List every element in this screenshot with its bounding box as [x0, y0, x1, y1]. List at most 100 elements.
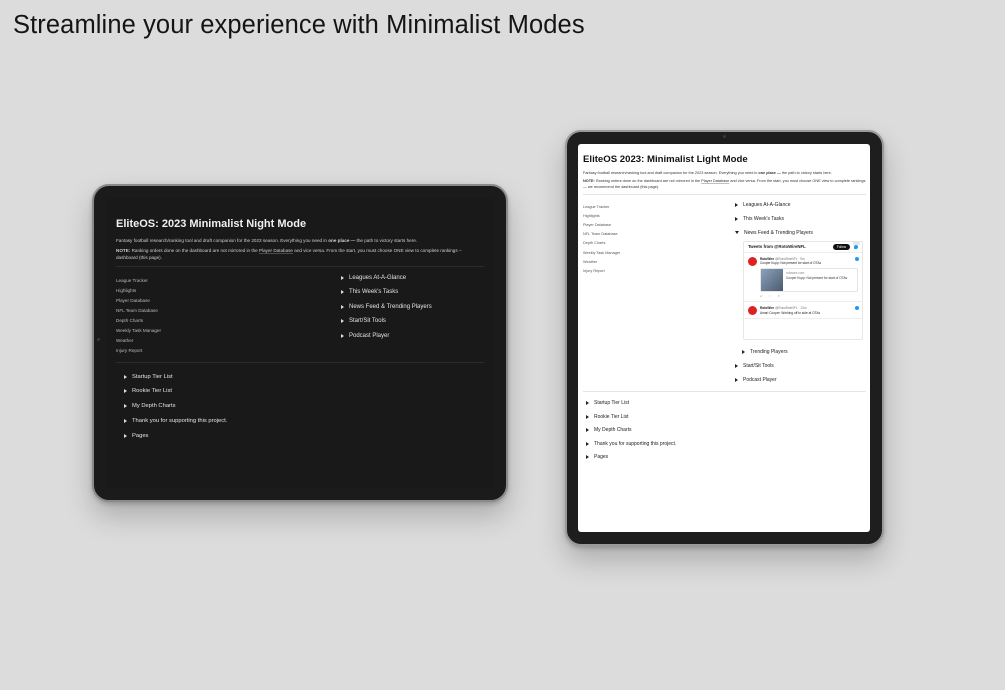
- toggle-pages[interactable]: Pages: [583, 451, 866, 465]
- tweet-author: RotoWire: [760, 306, 775, 311]
- toggle-list: Leagues At-A-Glance This Week's Tasks Ne…: [735, 198, 863, 387]
- triangle-right-icon: [341, 290, 344, 295]
- toggle-rookie-tier-list[interactable]: Rookie Tier List: [116, 384, 484, 399]
- toggle-start-sit-tools[interactable]: Start/Sit Tools: [341, 314, 432, 329]
- tweet-text: Amari Cooper: Working off to side at OTA…: [760, 310, 821, 315]
- triangle-down-icon: [735, 231, 739, 235]
- nav-link-weather[interactable]: Weather: [116, 336, 341, 346]
- divider: [116, 362, 484, 364]
- tweet[interactable]: RotoWire @RotoWireNFL · 9m Cooper Kupp: …: [744, 253, 862, 303]
- nav-link-league-tracker[interactable]: League Tracker: [116, 276, 341, 286]
- toggle-label: Startup Tier List: [594, 400, 630, 407]
- nav-link-weather[interactable]: Weather: [583, 258, 735, 267]
- nav-link-league-tracker[interactable]: League Tracker: [583, 203, 735, 212]
- toggle-rookie-tier-list[interactable]: Rookie Tier List: [583, 410, 866, 424]
- heart-icon[interactable]: ♡: [769, 294, 772, 299]
- nav-link-injury-report[interactable]: Injury Report: [116, 346, 341, 356]
- toggle-startup-tier-list[interactable]: Startup Tier List: [583, 397, 866, 411]
- toggle-thank-you[interactable]: Thank you for supporting this project.: [116, 413, 484, 428]
- toggle-news-feed[interactable]: News Feed & Trending Players: [341, 300, 432, 315]
- toggle-news-feed[interactable]: News Feed & Trending Players: [735, 226, 863, 240]
- two-column-layout: League Tracker Highlights Player Databas…: [116, 271, 484, 357]
- toggle-label: Start/Sit Tools: [743, 362, 774, 369]
- page-headline: Streamline your experience with Minimali…: [13, 11, 585, 39]
- nav-link-depth-charts[interactable]: Depth Charts: [583, 239, 735, 248]
- toggle-label: Thank you for supporting this project.: [132, 417, 228, 424]
- triangle-right-icon: [341, 304, 344, 309]
- toggle-leagues-at-a-glance[interactable]: Leagues At-A-Glance: [341, 271, 432, 286]
- description-text-end: the path to victory starts here.: [355, 238, 418, 243]
- nav-link-depth-charts[interactable]: Depth Charts: [116, 316, 341, 326]
- nav-link-weekly-task-manager[interactable]: Weekly Task Manager: [116, 326, 341, 336]
- toggle-label: This Week's Tasks: [743, 215, 785, 222]
- nav-link-nfl-team-database[interactable]: NFL Team Database: [583, 230, 735, 239]
- player-database-link[interactable]: Player Database: [259, 248, 293, 253]
- toggle-pages[interactable]: Pages: [116, 428, 484, 443]
- toggle-label: Pages: [594, 454, 609, 461]
- follow-button[interactable]: Follow: [832, 243, 850, 250]
- camera-dot: [723, 135, 726, 138]
- nav-link-player-database[interactable]: Player Database: [583, 221, 735, 230]
- toggle-this-weeks-tasks[interactable]: This Week's Tasks: [341, 285, 432, 300]
- nav-link-injury-report[interactable]: Injury Report: [583, 267, 735, 276]
- tweet-body: RotoWire @RotoWireNFL · 13m Amari Cooper…: [760, 306, 820, 316]
- page-description: Fantasy football research/ranking tool a…: [583, 171, 866, 177]
- twitter-header: Tweets from @RotoWireNFL Follow: [744, 242, 862, 253]
- twitter-header-title: Tweets from @RotoWireNFL: [748, 244, 806, 250]
- nav-link-weekly-task-manager[interactable]: Weekly Task Manager: [583, 249, 735, 258]
- toggle-podcast-player[interactable]: Podcast Player: [341, 329, 432, 344]
- triangle-right-icon: [586, 401, 589, 406]
- share-icon[interactable]: ⇪: [778, 294, 781, 299]
- toggle-label: News Feed & Trending Players: [349, 303, 432, 310]
- page-description: Fantasy football research/ranking tool a…: [116, 238, 484, 245]
- twitter-timeline-embed[interactable]: ··· Tweets from @RotoWireNFL Follow Roto…: [743, 240, 863, 340]
- toggle-thank-you[interactable]: Thank you for supporting this project.: [583, 437, 866, 451]
- nav-link-nfl-team-database[interactable]: NFL Team Database: [116, 306, 341, 316]
- toggle-label: Thank you for supporting this project.: [594, 440, 677, 447]
- toggle-list: Leagues At-A-Glance This Week's Tasks Ne…: [341, 271, 432, 357]
- link-card-image: [761, 269, 783, 292]
- player-database-link[interactable]: Player Database: [701, 179, 729, 183]
- toggle-start-sit-tools[interactable]: Start/Sit Tools: [735, 359, 863, 373]
- divider: [116, 265, 484, 267]
- toggle-trending-players[interactable]: Trending Players: [735, 345, 863, 359]
- tweet[interactable]: RotoWire @RotoWireNFL · 13m Amari Cooper…: [744, 302, 862, 319]
- toggle-my-depth-charts[interactable]: My Depth Charts: [583, 424, 866, 438]
- toggle-my-depth-charts[interactable]: My Depth Charts: [116, 399, 484, 414]
- twitter-bird-icon: [855, 256, 859, 261]
- toggle-label: My Depth Charts: [594, 427, 632, 434]
- twitter-bird-icon: [854, 244, 858, 249]
- bottom-toggle-list: Startup Tier List Rookie Tier List My De…: [116, 367, 484, 442]
- link-card[interactable]: rotowire.com Cooper Kupp: Not present fo…: [760, 268, 858, 293]
- divider: [583, 193, 866, 195]
- toggle-startup-tier-list[interactable]: Startup Tier List: [116, 369, 484, 384]
- description-text: Fantasy football research/ranking tool a…: [116, 238, 329, 243]
- toggle-label: Rookie Tier List: [132, 388, 172, 395]
- nav-link-highlights[interactable]: Highlights: [583, 212, 735, 221]
- reply-icon[interactable]: ↩: [760, 294, 763, 299]
- two-column-layout: League Tracker Highlights Player Databas…: [583, 198, 866, 387]
- camera-dot: [97, 338, 100, 341]
- description-text-end: the path to victory starts here.: [780, 171, 832, 175]
- nav-link-highlights[interactable]: Highlights: [116, 286, 341, 296]
- link-card-title: Cooper Kupp: Not present for start of OT…: [786, 276, 848, 281]
- note-label: NOTE:: [116, 247, 131, 253]
- toggle-label: Trending Players: [750, 348, 788, 355]
- toggle-this-weeks-tasks[interactable]: This Week's Tasks: [735, 212, 863, 226]
- triangle-right-icon: [586, 441, 589, 446]
- triangle-right-icon: [124, 418, 127, 423]
- toggle-podcast-player[interactable]: Podcast Player: [735, 373, 863, 387]
- nav-link-player-database[interactable]: Player Database: [116, 296, 341, 306]
- toggle-label: Leagues At-A-Glance: [743, 201, 791, 208]
- tweet-handle: @RotoWireNFL · 9m: [775, 256, 805, 261]
- toggle-label: My Depth Charts: [132, 403, 176, 410]
- tweet-body: RotoWire @RotoWireNFL · 9m Cooper Kupp: …: [760, 257, 858, 299]
- embed-badge: ···: [853, 241, 860, 245]
- triangle-right-icon: [586, 428, 589, 433]
- link-card-domain: rotowire.com: [786, 271, 805, 276]
- toggle-leagues-at-a-glance[interactable]: Leagues At-A-Glance: [735, 198, 863, 212]
- toggle-label: Startup Tier List: [132, 373, 173, 380]
- note-text: Ranking orders done on the dashboard are…: [594, 178, 702, 183]
- toggle-label: Podcast Player: [743, 376, 777, 383]
- toggle-label: This Week's Tasks: [349, 289, 399, 296]
